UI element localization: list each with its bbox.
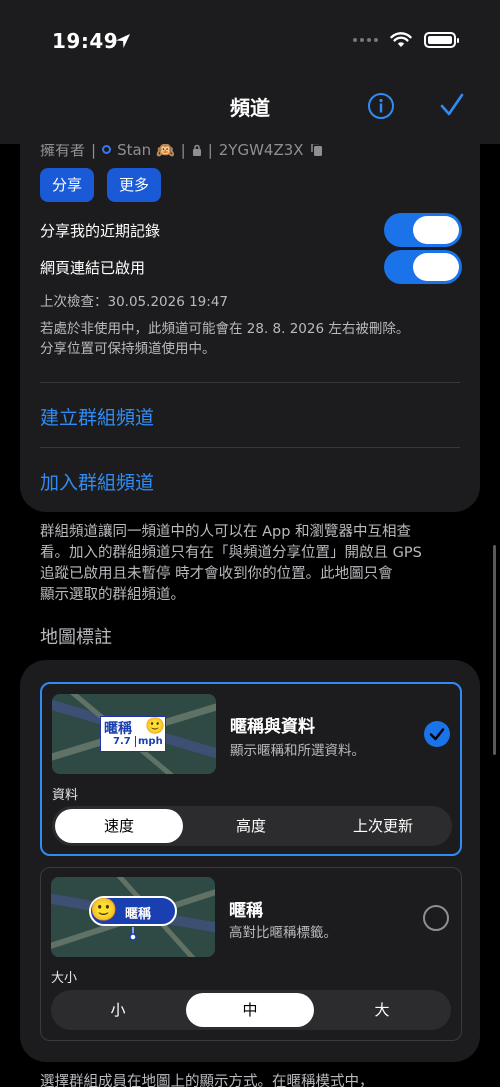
segment-large[interactable]: 大 (318, 993, 446, 1027)
preview-value: 7.7 (113, 736, 131, 747)
data-segmented-control: 速度 高度 上次更新 (52, 806, 452, 846)
create-group-channel-link[interactable]: 建立群組頻道 (40, 403, 154, 430)
owner-dot-icon (102, 145, 112, 154)
more-button[interactable]: 更多 (107, 168, 162, 202)
battery-icon (424, 32, 459, 48)
footnote-line: 追蹤已啟用且未暫停 時才會收到你的位置。此地圖只會 (40, 566, 393, 582)
join-group-channel-link[interactable]: 加入群組頻道 (40, 468, 154, 495)
size-segmented-control: 小 中 大 (51, 990, 451, 1030)
map-preview-image: 暱稱 🙂 7.7 mph (52, 694, 216, 774)
share-recent-label: 分享我的近期記錄 (40, 222, 161, 240)
status-bar: 19:49 (0, 0, 500, 80)
label-option-name-and-data[interactable]: 暱稱 🙂 7.7 mph 暱稱與資料 顯示暱稱和所選資料。 資料 速度 高度 上… (40, 682, 462, 856)
done-checkmark-icon[interactable] (438, 91, 466, 119)
navigation-bar: 頻道 (0, 80, 500, 144)
preview-name: 暱稱 (125, 907, 152, 922)
segment-altitude[interactable]: 高度 (187, 809, 315, 843)
preview-name: 暱稱 (104, 721, 132, 737)
option-description: 顯示暱稱和所選資料。 (230, 743, 365, 759)
page-title: 頻道 (230, 96, 270, 120)
data-segment-label: 資料 (52, 788, 79, 803)
option-title: 暱稱與資料 (230, 717, 315, 737)
footnote-line: 看。加入的群組頻道只有在「與頻道分享位置」開啟且 GPS (40, 545, 422, 561)
preview-unit: mph (135, 736, 163, 747)
map-preview-image: 🙂 暱稱 (51, 877, 215, 957)
preview-label-box: 暱稱 🙂 7.7 mph (100, 716, 166, 752)
deletion-note: 若處於非使用中，此頻道可能會在 28. 8. 2026 左右被刪除。 (40, 321, 410, 337)
signal-icon (353, 38, 378, 42)
map-labels-footnote: 選擇群組成員在地圖上的顯示方式。在暱稱模式中， (40, 1074, 374, 1087)
deletion-note-2: 分享位置可保持頻道使用中。 (40, 341, 216, 357)
option-title: 暱稱 (229, 901, 263, 921)
footnote-line: 群組頻道讓同一頻道中的人可以在 App 和瀏覽器中互相查 (40, 524, 412, 540)
preview-name-pill: 🙂 暱稱 (89, 896, 177, 926)
map-labels-card: 暱稱 🙂 7.7 mph 暱稱與資料 顯示暱稱和所選資料。 資料 速度 高度 上… (20, 660, 480, 1062)
share-button[interactable]: 分享 (40, 168, 95, 202)
lock-icon (192, 144, 201, 156)
web-link-label: 網頁連結已啟用 (40, 259, 146, 277)
unselected-radio-icon[interactable] (423, 905, 449, 931)
smiley-icon: 🙂 (90, 898, 118, 923)
location-arrow-icon (116, 34, 130, 48)
divider (40, 382, 460, 383)
web-link-toggle[interactable] (384, 250, 462, 284)
selected-check-icon[interactable] (424, 721, 450, 747)
segment-last-update[interactable]: 上次更新 (319, 809, 447, 843)
segment-small[interactable]: 小 (54, 993, 182, 1027)
last-check-text: 上次檢查：30.05.2026 19:47 (40, 294, 228, 310)
size-segment-label: 大小 (51, 971, 78, 986)
segment-medium[interactable]: 中 (186, 993, 314, 1027)
scrollbar[interactable] (493, 545, 496, 755)
channel-card: 擁有者 | Stan 🙉 | | 2YGW4Z3X 分享 更多 分享我的近期記錄… (20, 120, 480, 512)
status-indicators (353, 32, 459, 48)
label-option-name-only[interactable]: 🙂 暱稱 暱稱 高對比暱稱標籤。 大小 小 中 大 (40, 867, 462, 1041)
share-recent-toggle[interactable] (384, 213, 462, 247)
map-labels-section-header: 地圖標註 (40, 627, 112, 648)
status-time: 19:49 (52, 29, 119, 53)
wifi-icon (390, 32, 412, 47)
option-description: 高對比暱稱標籤。 (229, 925, 337, 941)
divider (40, 447, 460, 448)
footnote-line: 顯示選取的群組頻道。 (40, 587, 185, 603)
group-channel-footnote: 群組頻道讓同一頻道中的人可以在 App 和瀏覽器中互相查 看。加入的群組頻道只有… (40, 522, 460, 606)
copy-icon[interactable] (310, 142, 324, 157)
smiley-icon: 🙂 (145, 716, 165, 735)
segment-speed[interactable]: 速度 (55, 809, 183, 843)
info-icon[interactable] (367, 92, 395, 120)
